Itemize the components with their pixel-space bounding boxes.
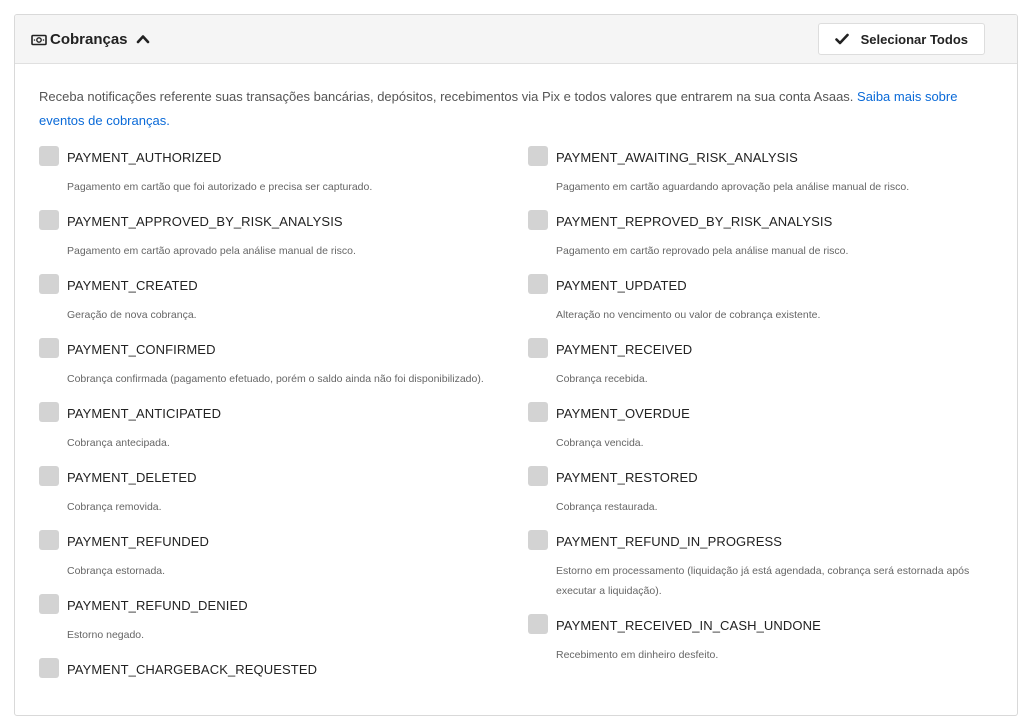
event-description: Estorno negado. — [67, 629, 145, 641]
event-checkbox[interactable] — [528, 614, 548, 634]
event-checkbox[interactable] — [39, 274, 59, 294]
event-name: PAYMENT_APPROVED_BY_RISK_ANALYSIS — [67, 214, 343, 229]
event-description: Pagamento em cartão reprovado pela análi… — [556, 245, 849, 257]
event-name: PAYMENT_RECEIVED — [556, 342, 693, 357]
event-checkbox[interactable] — [39, 402, 59, 422]
event-checkbox[interactable] — [528, 402, 548, 422]
event-description: Recebimento em dinheiro desfeito. — [556, 649, 719, 661]
chevron-up-icon[interactable] — [136, 32, 150, 46]
event-name: PAYMENT_REFUNDED — [67, 534, 209, 549]
event-description: Cobrança vencida. — [556, 437, 644, 449]
event-description: Pagamento em cartão que foi autorizado e… — [67, 181, 373, 193]
event-name: PAYMENT_DELETED — [67, 470, 197, 485]
event-checkbox[interactable] — [39, 338, 59, 358]
event-name: PAYMENT_AWAITING_RISK_ANALYSIS — [556, 150, 798, 165]
event-description: Estorno em processamento (liquidação já … — [556, 565, 970, 597]
event-checkbox[interactable] — [39, 466, 59, 486]
event-checkbox[interactable] — [528, 210, 548, 230]
event-description: Pagamento em cartão aguardando aprovação… — [556, 181, 910, 193]
event-checkbox[interactable] — [39, 658, 59, 678]
event-description: Alteração no vencimento ou valor de cobr… — [556, 309, 821, 321]
event-description: Cobrança restaurada. — [556, 501, 658, 513]
event-description: Cobrança removida. — [67, 501, 162, 513]
event-name: PAYMENT_REFUND_DENIED — [67, 598, 248, 613]
event-name: PAYMENT_RESTORED — [556, 470, 698, 485]
event-description: Cobrança confirmada (pagamento efetuado,… — [67, 373, 484, 385]
event-name: PAYMENT_CREATED — [67, 278, 198, 293]
select-all-label: Selecionar Todos — [860, 31, 968, 47]
select-all-button[interactable]: Selecionar Todos — [817, 23, 985, 55]
cobrancas-panel: Cobranças Selecionar Todos Receba notifi… — [14, 14, 1018, 716]
event-description: Pagamento em cartão aprovado pela anális… — [67, 245, 356, 257]
event-checkbox[interactable] — [528, 338, 548, 358]
event-name: PAYMENT_REFUND_IN_PROGRESS — [556, 534, 783, 549]
event-name: PAYMENT_RECEIVED_IN_CASH_UNDONE — [556, 618, 821, 633]
event-checkbox[interactable] — [39, 594, 59, 614]
intro-text: Receba notificações referente suas trans… — [39, 85, 989, 133]
event-checkbox[interactable] — [39, 210, 59, 230]
event-description: Cobrança recebida. — [556, 373, 648, 385]
money-icon — [31, 33, 47, 46]
event-description: Cobrança estornada. — [67, 565, 166, 577]
check-icon — [834, 33, 849, 45]
event-checkbox[interactable] — [39, 530, 59, 550]
event-checkbox[interactable] — [528, 146, 548, 166]
event-checkbox[interactable] — [528, 466, 548, 486]
event-name: PAYMENT_CHARGEBACK_REQUESTED — [67, 662, 318, 677]
event-name: PAYMENT_OVERDUE — [556, 406, 690, 421]
event-name: PAYMENT_REPROVED_BY_RISK_ANALYSIS — [556, 214, 833, 229]
event-name: PAYMENT_CONFIRMED — [67, 342, 216, 357]
panel-header[interactable]: Cobranças Selecionar Todos — [15, 15, 1017, 64]
event-checkbox[interactable] — [39, 146, 59, 166]
panel-body: Receba notificações referente suas trans… — [15, 85, 1017, 678]
event-description: Cobrança antecipada. — [67, 437, 170, 449]
event-name: PAYMENT_AUTHORIZED — [67, 150, 222, 165]
intro-description: Receba notificações referente suas trans… — [39, 89, 858, 104]
panel-title: Cobranças — [50, 30, 128, 48]
event-description: Geração de nova cobrança. — [67, 309, 197, 321]
event-checkbox[interactable] — [528, 274, 548, 294]
event-name: PAYMENT_UPDATED — [556, 278, 687, 293]
event-checkbox[interactable] — [528, 530, 548, 550]
event-name: PAYMENT_ANTICIPATED — [67, 406, 222, 421]
